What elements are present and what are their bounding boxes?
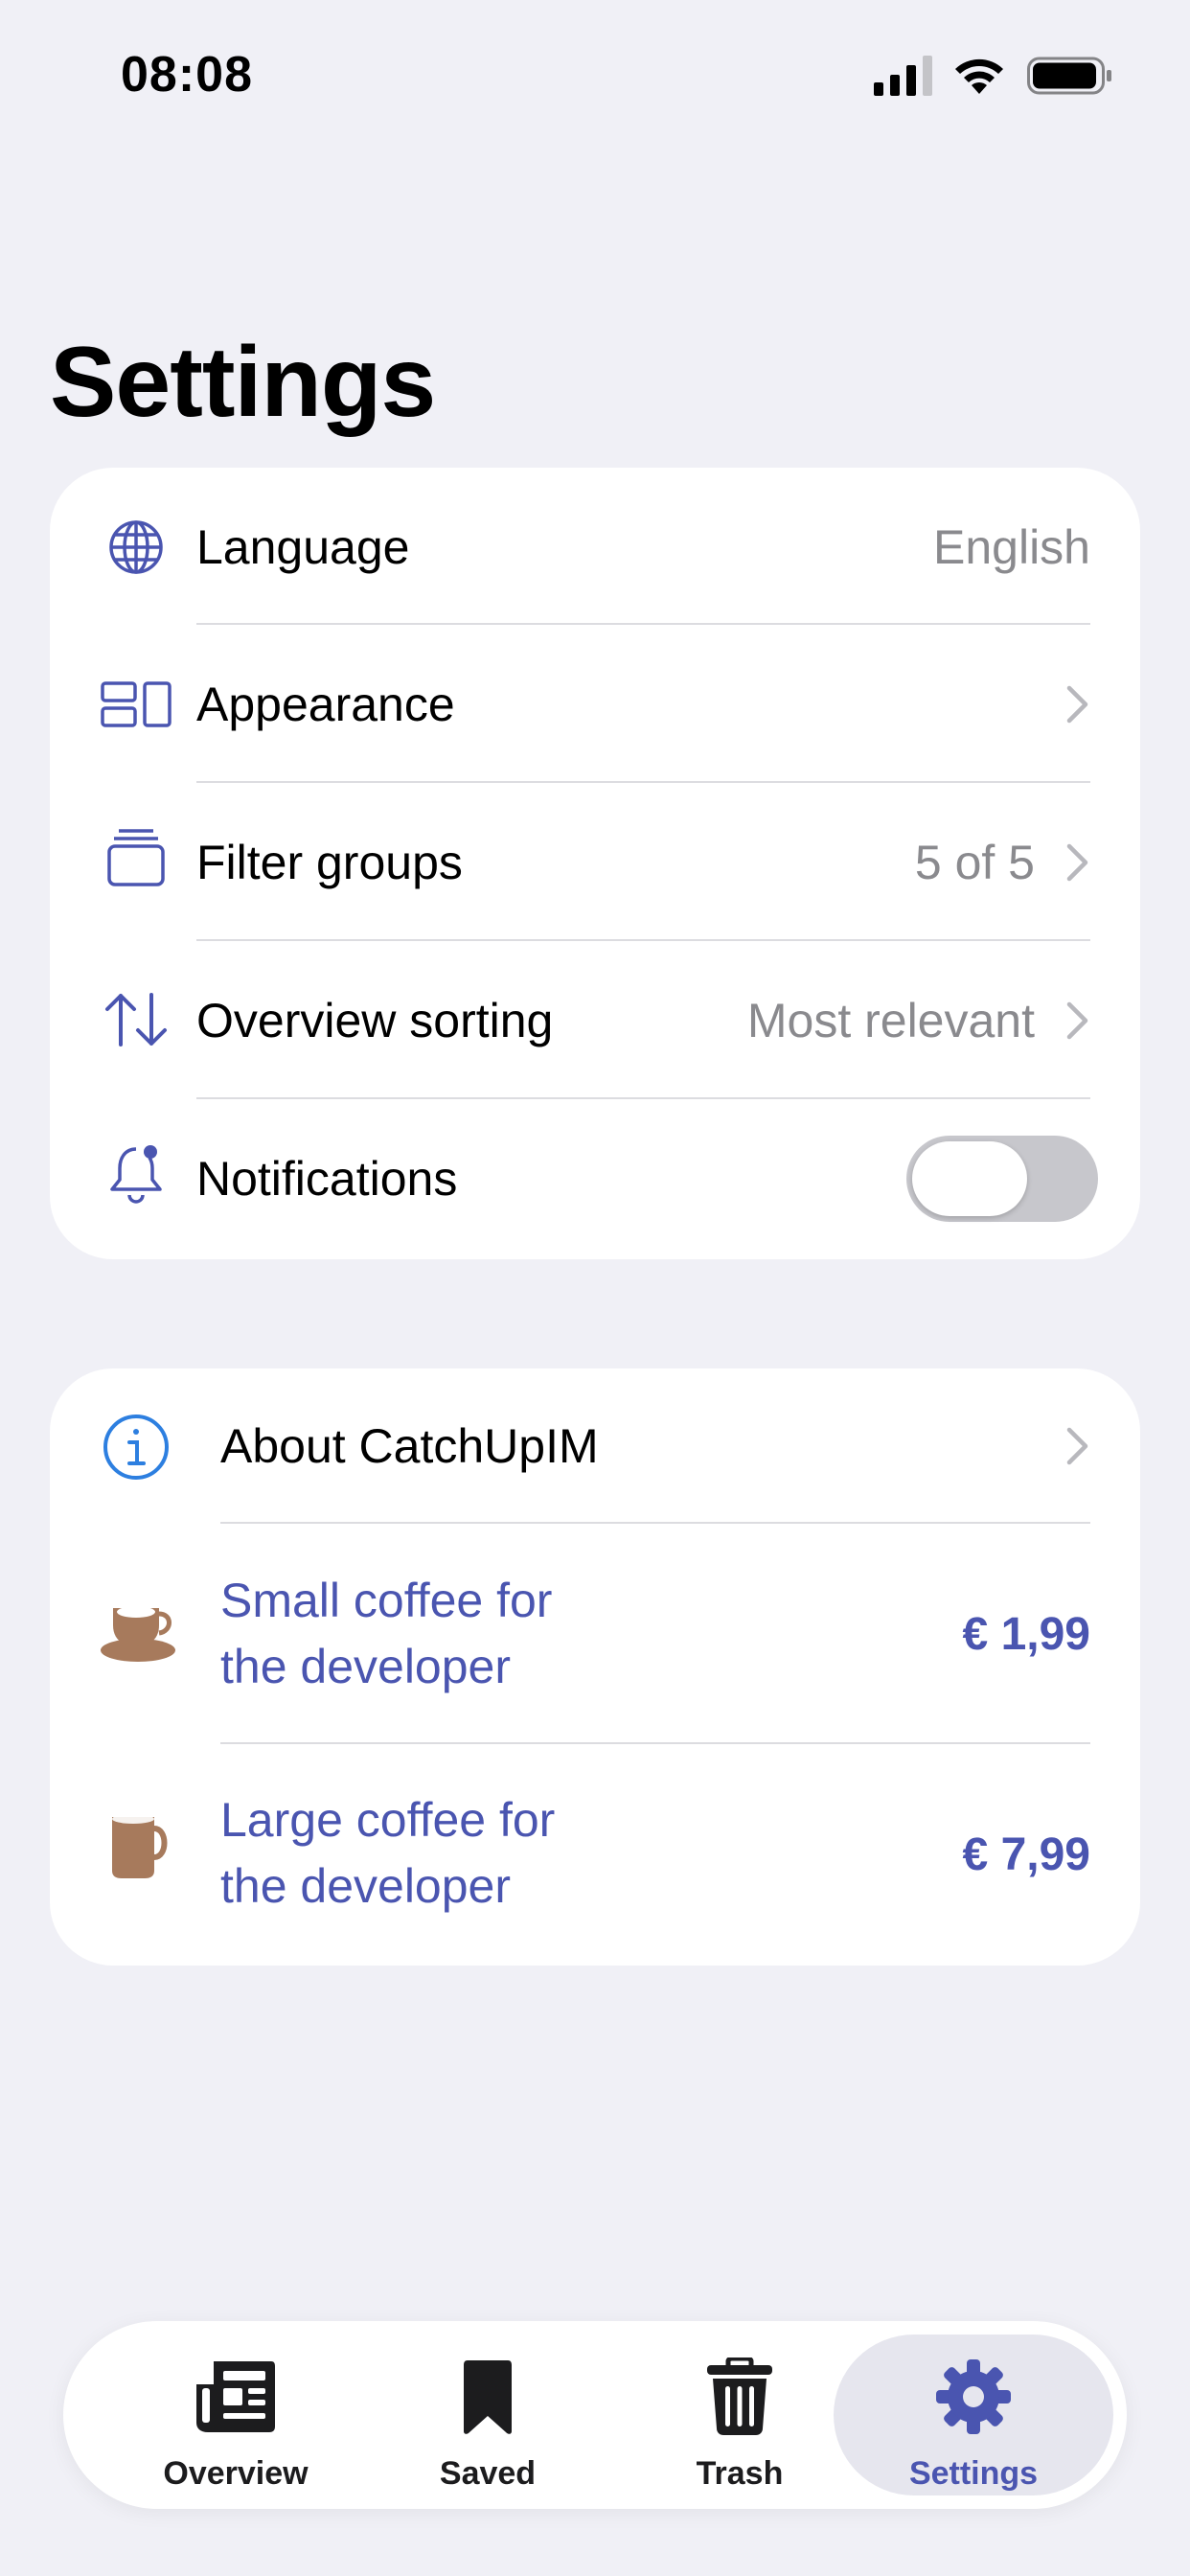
- mug-icon: [103, 1809, 176, 1882]
- trash-icon: [615, 2354, 864, 2440]
- newspaper-icon: [111, 2354, 360, 2440]
- appearance-label: Appearance: [196, 678, 455, 731]
- small-coffee-row[interactable]: Small coffee for the developer € 1,99: [50, 1524, 1140, 1744]
- notifications-row: Notifications: [50, 1099, 1140, 1258]
- tab-bar: Overview Saved Trash Settings: [63, 2321, 1127, 2509]
- notifications-label: Notifications: [196, 1152, 458, 1206]
- appearance-row[interactable]: Appearance: [50, 625, 1140, 784]
- wifi-icon: [955, 58, 1003, 94]
- about-label: About CatchUpIM: [220, 1419, 599, 1473]
- cellular-signal-icon: [874, 56, 932, 96]
- filter-groups-label: Filter groups: [196, 836, 463, 889]
- overview-sorting-row[interactable]: Overview sorting Most relevant: [50, 941, 1140, 1100]
- battery-icon: [1027, 57, 1111, 95]
- tab-saved[interactable]: Saved: [363, 2321, 612, 2509]
- language-value: English: [933, 520, 1090, 574]
- layout-icon: [100, 668, 172, 741]
- status-bar: 08:08: [0, 0, 1190, 153]
- info-icon: [100, 1411, 172, 1484]
- gear-icon: [832, 2354, 1115, 2440]
- overview-sorting-value: Most relevant: [746, 994, 1035, 1047]
- notifications-toggle[interactable]: [906, 1136, 1098, 1222]
- settings-group: Language English Appearance Filter group…: [50, 468, 1140, 1259]
- about-row[interactable]: About CatchUpIM: [50, 1368, 1140, 1524]
- chevron-right-icon: [1066, 1001, 1088, 1040]
- about-group: About CatchUpIM Small coffee for the dev…: [50, 1368, 1140, 1966]
- tab-saved-label: Saved: [439, 2455, 537, 2492]
- tab-overview-label: Overview: [163, 2455, 309, 2492]
- tab-settings[interactable]: Settings: [832, 2321, 1115, 2509]
- small-coffee-price: € 1,99: [962, 1609, 1090, 1660]
- tab-trash-label: Trash: [696, 2455, 784, 2492]
- sort-arrows-icon: [100, 983, 172, 1056]
- small-coffee-label-line1: Small coffee for: [220, 1574, 553, 1627]
- tab-trash[interactable]: Trash: [615, 2321, 864, 2509]
- chevron-right-icon: [1066, 685, 1088, 724]
- tab-overview[interactable]: Overview: [111, 2321, 360, 2509]
- filter-groups-row[interactable]: Filter groups 5 of 5: [50, 783, 1140, 942]
- large-coffee-row[interactable]: Large coffee for the developer € 7,99: [50, 1744, 1140, 1965]
- language-label: Language: [196, 520, 410, 574]
- bookmark-icon: [363, 2354, 612, 2440]
- small-coffee-label-line2: the developer: [220, 1640, 512, 1693]
- large-coffee-label-line1: Large coffee for: [220, 1793, 556, 1847]
- chevron-right-icon: [1066, 843, 1088, 882]
- overview-sorting-label: Overview sorting: [196, 994, 554, 1047]
- toggle-knob: [912, 1141, 1027, 1216]
- large-coffee-price: € 7,99: [962, 1829, 1090, 1880]
- coffee-cup-icon: [100, 1595, 180, 1668]
- chevron-right-icon: [1066, 1427, 1088, 1465]
- tab-settings-label: Settings: [908, 2455, 1039, 2492]
- language-row[interactable]: Language English: [50, 468, 1140, 627]
- bell-badge-icon: [100, 1138, 172, 1210]
- page-title: Settings: [50, 327, 436, 438]
- globe-icon: [100, 511, 172, 584]
- large-coffee-label-line2: the developer: [220, 1859, 512, 1913]
- stack-icon: [100, 821, 172, 894]
- status-time: 08:08: [121, 47, 253, 103]
- filter-groups-value: 5 of 5: [914, 836, 1035, 889]
